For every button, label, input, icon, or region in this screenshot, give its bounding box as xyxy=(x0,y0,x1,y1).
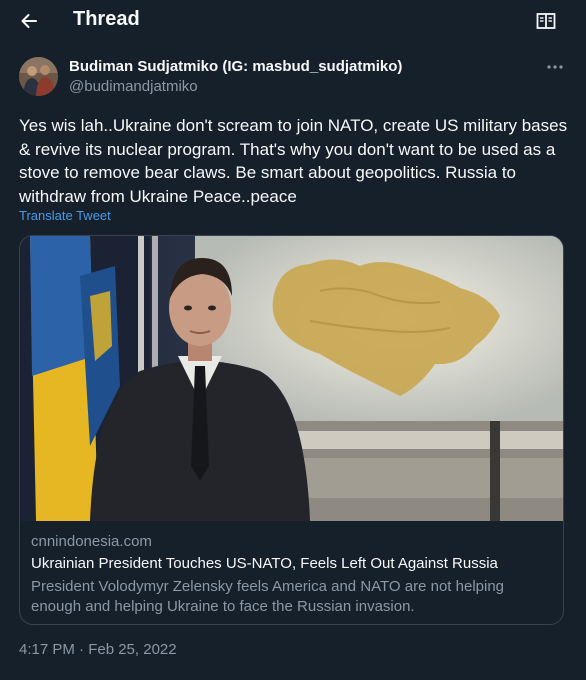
avatar-photo xyxy=(19,57,58,96)
more-options-button[interactable] xyxy=(544,58,566,76)
tweet-text: Yes wis lah..Ukraine don't scream to joi… xyxy=(19,116,568,206)
book-open-icon xyxy=(536,13,556,29)
link-preview-card[interactable]: cnnindonesia.com Ukrainian President Tou… xyxy=(19,235,564,625)
arrow-left-icon xyxy=(21,14,37,28)
back-button[interactable] xyxy=(14,7,44,35)
card-image xyxy=(20,236,563,521)
author-name[interactable]: Budiman Sudjatmiko (IG: masbud_sudjatmik… xyxy=(69,58,402,75)
page-title: Thread xyxy=(73,8,140,30)
author-handle[interactable]: @budimandjatmiko xyxy=(69,78,198,95)
card-title: Ukrainian President Touches US-NATO, Fee… xyxy=(31,555,498,572)
card-description: President Volodymyr Zelensky feels Ameri… xyxy=(31,578,505,615)
card-domain: cnnindonesia.com xyxy=(31,533,152,550)
ellipsis-icon xyxy=(547,65,563,69)
translate-tweet-link[interactable]: Translate Tweet xyxy=(19,208,111,223)
reader-mode-button[interactable] xyxy=(534,9,558,33)
thread-header: Thread xyxy=(0,0,586,42)
avatar[interactable] xyxy=(19,57,58,96)
tweet-timestamp[interactable]: 4:17 PM · Feb 25, 2022 xyxy=(19,641,177,658)
